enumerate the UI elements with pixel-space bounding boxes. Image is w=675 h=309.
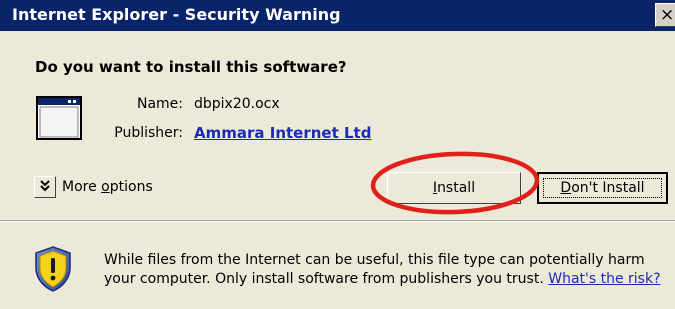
name-label: Name:: [136, 96, 183, 112]
security-warning-dialog: Internet Explorer - Security Warning × D…: [0, 0, 675, 309]
more-options-mnemonic: o: [101, 179, 110, 195]
window-title: Internet Explorer - Security Warning: [12, 5, 341, 24]
title-bar: Internet Explorer - Security Warning: [0, 0, 675, 31]
warning-text-line-2: your computer. Only install software fro…: [104, 271, 661, 287]
whats-the-risk-link[interactable]: What's the risk?: [548, 271, 660, 287]
warning-text-line-2-body: your computer. Only install software fro…: [104, 271, 544, 287]
install-question: Do you want to install this software?: [35, 58, 347, 76]
more-options-label-rest: ptions: [109, 179, 153, 195]
install-label-rest: nstall: [437, 180, 476, 196]
chevron-double-down-icon: [39, 177, 51, 201]
close-button[interactable]: ×: [655, 3, 675, 27]
install-button[interactable]: Install: [387, 172, 521, 204]
publisher-link[interactable]: Ammara Internet Ltd: [194, 124, 371, 142]
window-app-icon: [36, 96, 82, 140]
divider: [0, 220, 675, 222]
publisher-label: Publisher:: [114, 125, 183, 141]
more-options-label[interactable]: More options: [62, 179, 153, 195]
close-icon: ×: [660, 5, 675, 25]
shield-warning-icon: [35, 246, 71, 292]
more-options-label-prefix: More: [62, 179, 102, 195]
more-options-toggle[interactable]: [34, 176, 56, 198]
focus-rectangle: [543, 178, 662, 198]
dont-install-button[interactable]: Don't Install: [537, 172, 668, 204]
chevron-double-down-glyph: [40, 180, 50, 192]
warning-text-line-1: While files from the Internet can be use…: [104, 252, 645, 268]
file-name-value: dbpix20.ocx: [194, 96, 280, 112]
